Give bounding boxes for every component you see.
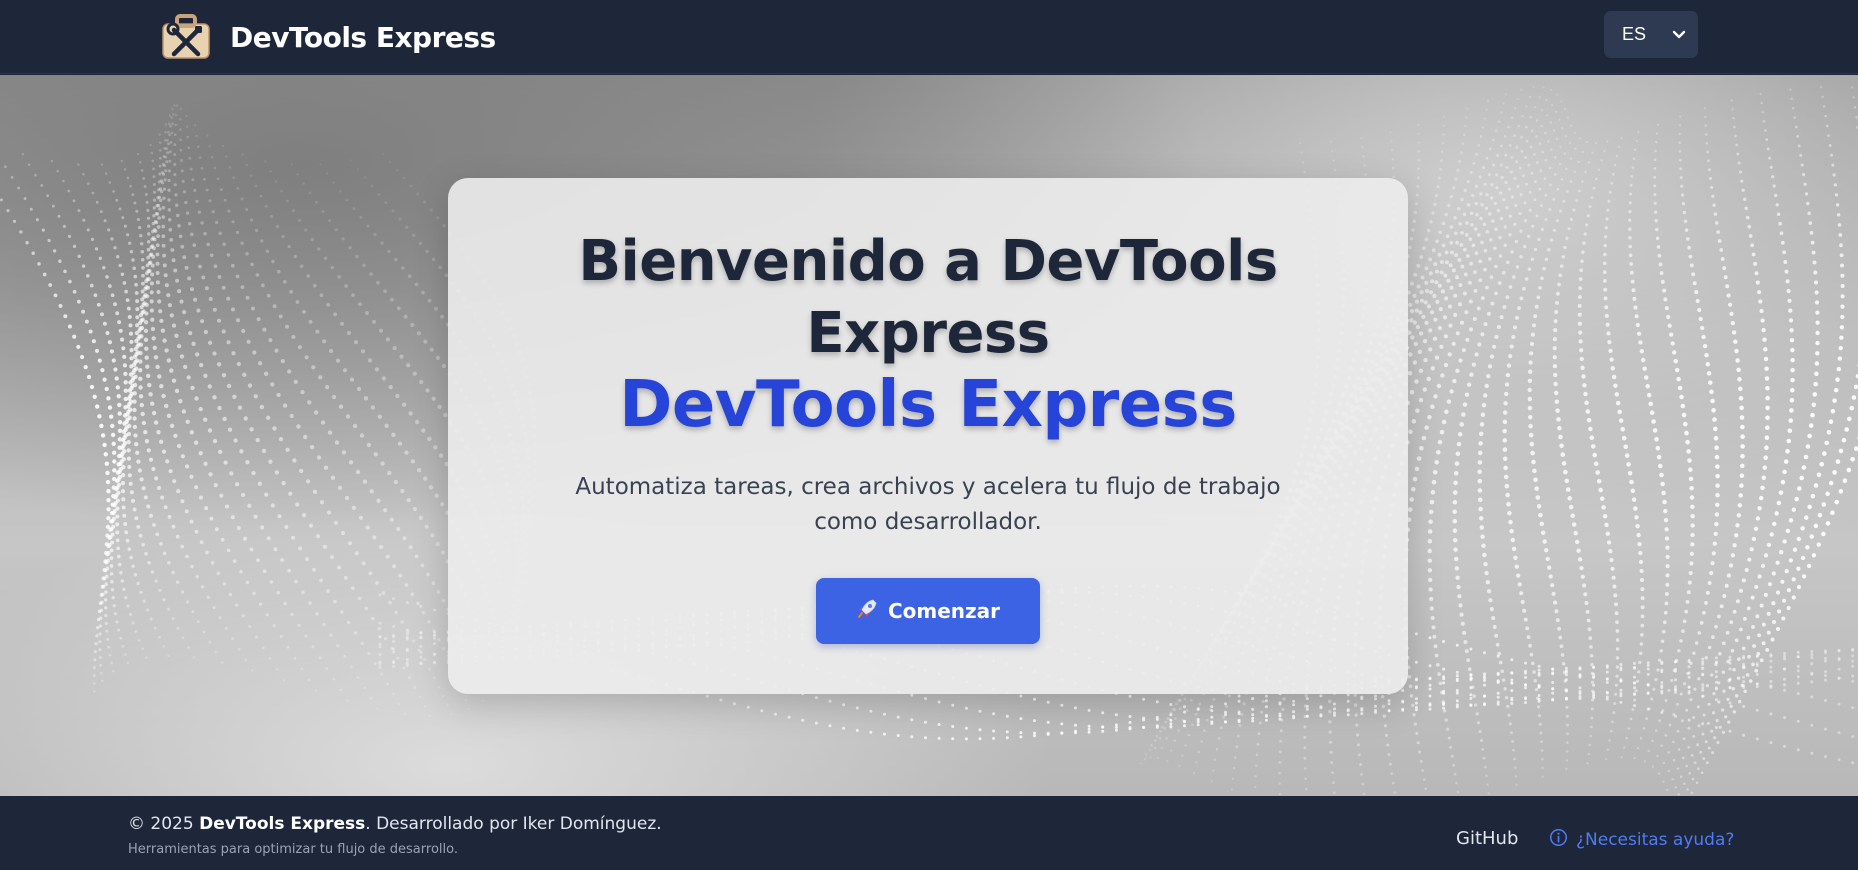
info-icon [1549,828,1568,852]
welcome-title: Bienvenido a DevTools Express [448,226,1408,370]
copyright-brand: DevTools Express [199,814,366,834]
start-button-label: Comenzar [887,599,1001,623]
copyright-prefix: © 2025 [128,814,200,834]
hero-section: Bienvenido a DevTools Express DevTools E… [0,75,1858,796]
welcome-title-line1: Bienvenido a DevTools [578,229,1278,294]
brand-name: DevTools Express [230,20,496,54]
language-select[interactable]: ES [1604,11,1698,58]
help-link-label: ¿Necesitas ayuda? [1576,830,1735,850]
rocket-icon [856,598,878,625]
github-link[interactable]: GitHub [1456,828,1518,849]
top-navbar: DevTools Express ES [0,0,1858,74]
footer-tagline: Herramientas para optimizar tu flujo de … [128,842,458,857]
welcome-card: Bienvenido a DevTools Express DevTools E… [448,178,1408,694]
footer-copyright: © 2025 DevTools Express. Desarrollado po… [128,814,662,834]
footer: © 2025 DevTools Express. Desarrollado po… [0,796,1858,870]
hero-subtitle: Automatiza tareas, crea archivos y acele… [575,474,1281,535]
help-link[interactable]: ¿Necesitas ayuda? [1549,828,1734,852]
welcome-title-line2: Express [806,301,1050,366]
start-button[interactable]: Comenzar [816,578,1040,644]
brand[interactable]: DevTools Express [160,12,496,62]
brand-highlight: DevTools Express [619,368,1237,442]
chevron-down-icon [1672,24,1686,45]
language-value: ES [1622,24,1647,44]
toolbox-icon [160,14,212,60]
copyright-suffix: . Desarrollado por Iker Domínguez. [365,814,662,834]
